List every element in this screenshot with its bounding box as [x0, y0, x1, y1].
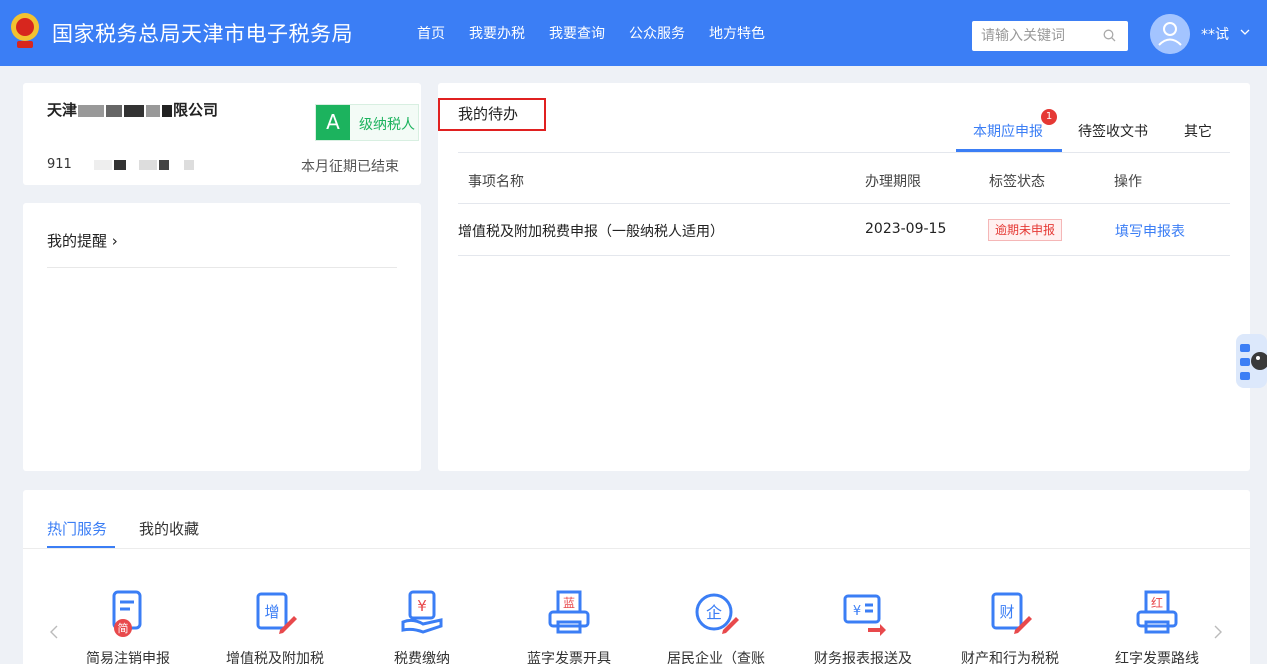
service-label: 居民企业（查账	[667, 651, 765, 664]
username[interactable]: **试	[1201, 24, 1229, 44]
svg-text:蓝: 蓝	[563, 596, 575, 610]
redaction-block	[138, 159, 157, 170]
todo-card: 我的待办 本期应申报 1 待签收文书 其它 事项名称 办理期限 标签状态 操作 …	[438, 83, 1250, 471]
notification-badge: 1	[1041, 109, 1057, 125]
company-name: 天津 限公司	[47, 99, 218, 120]
financial-report-send-icon: ¥	[843, 594, 886, 636]
service-financial-report[interactable]: ¥ 财务报表报送及	[793, 588, 933, 664]
nav-query[interactable]: 我要查询	[549, 23, 605, 43]
redaction-block	[113, 159, 126, 170]
service-resident-enterprise[interactable]: 企 居民企业（查账	[646, 588, 786, 664]
service-red-invoice[interactable]: 红 红字发票路线	[1087, 588, 1227, 664]
nav-public-service[interactable]: 公众服务	[629, 23, 685, 43]
main-nav: 首页 我要办税 我要查询 公众服务 地方特色	[405, 0, 777, 66]
col-actions: 操作	[1114, 174, 1142, 190]
redaction-block	[93, 159, 112, 170]
search-icon[interactable]	[1103, 29, 1116, 42]
vat-edit-icon: 增	[256, 592, 297, 634]
company-card: 天津 限公司 A 级纳税人 911 本月征期已结束	[23, 83, 421, 185]
fill-declaration-link[interactable]: 填写申报表	[1115, 221, 1185, 241]
todo-table-header: 事项名称 办理期限 标签状态 操作	[458, 152, 1230, 204]
status-badge: 逾期未申报	[988, 219, 1063, 241]
company-name-end: 限公司	[173, 101, 219, 119]
tax-id: 911	[47, 157, 195, 172]
search-input[interactable]	[972, 21, 1092, 51]
todo-item-name: 增值税及附加税费申报（一般纳税人适用）	[458, 224, 724, 240]
company-name-start: 天津	[47, 101, 78, 119]
tab-my-favorites[interactable]: 我的收藏	[139, 518, 199, 539]
redaction-block	[78, 104, 105, 117]
col-deadline: 办理期限	[865, 174, 921, 190]
nav-local-features[interactable]: 地方特色	[709, 23, 765, 43]
enterprise-edit-icon: 企	[695, 593, 739, 634]
taxpayer-grade-badge: A 级纳税人	[315, 104, 419, 141]
redaction-block	[106, 104, 123, 117]
search-box	[972, 21, 1128, 51]
services-card: 热门服务 我的收藏 简 简易注销申报 增 增值税及附加税 ¥ 税费缴纳 蓝 蓝字…	[23, 490, 1250, 664]
redaction-block	[158, 159, 169, 170]
service-label: 蓝字发票开具	[527, 651, 611, 664]
svg-text:企: 企	[706, 603, 722, 622]
svg-text:¥: ¥	[853, 604, 861, 619]
tax-emblem-icon[interactable]	[8, 10, 42, 50]
redaction-block	[124, 104, 145, 117]
service-label: 简易注销申报	[86, 651, 170, 664]
nav-do-tax[interactable]: 我要办税	[469, 23, 525, 43]
svg-text:财: 财	[999, 603, 1014, 621]
red-invoice-printer-icon: 红	[1136, 590, 1178, 634]
svg-text:增: 增	[264, 603, 279, 621]
tax-id-prefix: 911	[47, 157, 72, 172]
grade-letter: A	[316, 105, 350, 140]
tab-other[interactable]: 其它	[1184, 121, 1212, 141]
reminders-card: 我的提醒 ›	[23, 203, 421, 471]
service-tax-payment[interactable]: ¥ 税费缴纳	[352, 588, 492, 664]
grade-text: 级纳税人	[359, 117, 415, 133]
service-label: 财产和行为税税	[961, 651, 1059, 664]
top-header: 国家税务总局天津市电子税务局 首页 我要办税 我要查询 公众服务 地方特色 **…	[0, 0, 1267, 66]
chevron-down-icon[interactable]	[1240, 27, 1250, 37]
service-property-behavior-tax[interactable]: 财 财产和行为税税	[940, 588, 1080, 664]
col-label-status: 标签状态	[989, 174, 1045, 190]
service-label: 增值税及附加税	[226, 651, 324, 664]
nav-home[interactable]: 首页	[417, 23, 445, 43]
svg-text:红: 红	[1151, 595, 1163, 610]
document-simple-icon: 简	[112, 590, 142, 637]
col-item-name: 事项名称	[468, 174, 524, 190]
divider	[47, 267, 397, 268]
tab-current-filing[interactable]: 本期应申报	[973, 121, 1043, 141]
service-label: 税费缴纳	[394, 651, 450, 664]
svg-text:¥: ¥	[417, 597, 427, 615]
todo-item-deadline: 2023-09-15	[865, 221, 947, 237]
levy-status: 本月征期已结束	[301, 159, 399, 175]
service-label: 财务报表报送及	[814, 651, 912, 664]
reminders-link[interactable]: 我的提醒 ›	[47, 230, 118, 251]
site-title[interactable]: 国家税务总局天津市电子税务局	[52, 18, 353, 48]
service-simple-deregistration[interactable]: 简 简易注销申报	[58, 588, 198, 664]
redaction-block	[162, 104, 173, 117]
tab-hot-services[interactable]: 热门服务	[47, 518, 107, 539]
todo-title: 我的待办	[438, 98, 546, 131]
redaction-block	[183, 159, 194, 170]
tax-payment-icon: ¥	[401, 590, 443, 634]
user-avatar-icon[interactable]	[1150, 14, 1190, 54]
blue-invoice-printer-icon: 蓝	[548, 590, 590, 634]
svg-text:简: 简	[118, 621, 129, 635]
service-label: 红字发票路线	[1115, 651, 1199, 664]
divider	[23, 548, 1250, 549]
service-blue-invoice[interactable]: 蓝 蓝字发票开具	[499, 588, 639, 664]
redaction-block	[146, 104, 161, 117]
tab-documents-to-sign[interactable]: 待签收文书	[1078, 121, 1148, 141]
interactive-assistant-icon[interactable]	[1236, 334, 1267, 388]
property-tax-edit-icon: 财	[991, 592, 1032, 634]
service-vat-filing[interactable]: 增 增值税及附加税	[205, 588, 345, 664]
table-row: 增值税及附加税费申报（一般纳税人适用） 2023-09-15 逾期未申报 填写申…	[458, 204, 1230, 256]
